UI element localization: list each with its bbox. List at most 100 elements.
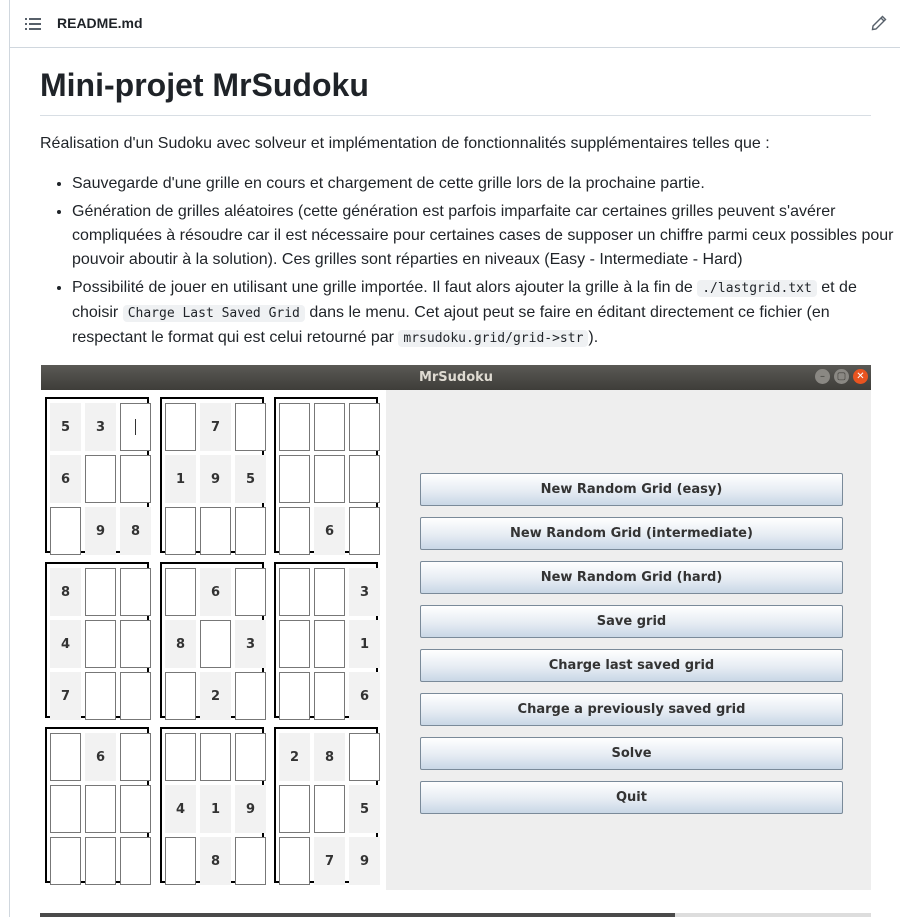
grid-cell-input-active[interactable] (120, 403, 151, 451)
grid-cell-given: 6 (314, 507, 345, 555)
grid-block: 53698 (45, 397, 151, 555)
grid-cell-input[interactable] (279, 785, 310, 833)
grid-cell-given: 9 (235, 785, 266, 833)
list-item: Sauvegarde d'une grille en cours et char… (72, 172, 900, 196)
grid-cell-input[interactable] (165, 672, 196, 720)
grid-cell-input[interactable] (279, 403, 310, 451)
grid-cell-input[interactable] (85, 455, 116, 503)
grid-cell-input[interactable] (120, 837, 151, 885)
grid-cell-input[interactable] (165, 837, 196, 885)
minimize-icon[interactable]: – (815, 369, 830, 384)
grid-cell-input[interactable] (85, 785, 116, 833)
grid-cell-input[interactable] (235, 507, 266, 555)
pencil-icon[interactable] (871, 15, 887, 31)
list-item-text: ). (588, 329, 599, 346)
grid-cell-input[interactable] (200, 733, 231, 781)
grid-cell-input[interactable] (165, 507, 196, 555)
grid-cell-input[interactable] (279, 672, 310, 720)
grid-cell-given: 6 (50, 455, 81, 503)
grid-cell-input[interactable] (50, 785, 81, 833)
grid-cell-given: 5 (50, 403, 81, 451)
window-title: MrSudoku (418, 370, 494, 385)
grid-cell-input[interactable] (120, 455, 151, 503)
grid-cell-input[interactable] (50, 733, 81, 781)
grid-cell-input[interactable] (120, 733, 151, 781)
grid-block: 847 (45, 562, 151, 720)
charge-previously-saved-grid-button[interactable]: Charge a previously saved grid (420, 693, 843, 726)
grid-cell-input[interactable] (85, 837, 116, 885)
list-item: Génération de grilles aléatoires (cette … (72, 200, 900, 272)
grid-cell-input[interactable] (85, 568, 116, 616)
grid-cell-given: 7 (200, 403, 231, 451)
grid-cell-input[interactable] (50, 507, 81, 555)
grid-cell-input[interactable] (235, 403, 266, 451)
grid-cell-input[interactable] (165, 733, 196, 781)
next-screenshot-edge (675, 913, 871, 917)
grid-cell-given: 8 (314, 733, 345, 781)
grid-cell-input[interactable] (314, 620, 345, 668)
solve-button[interactable]: Solve (420, 737, 843, 770)
charge-last-saved-grid-button[interactable]: Charge last saved grid (420, 649, 843, 682)
grid-cell-input[interactable] (120, 672, 151, 720)
grid-cell-input[interactable] (314, 785, 345, 833)
grid-block: 4198 (160, 727, 266, 885)
code-charge-last-saved-grid: Charge Last Saved Grid (122, 305, 305, 322)
new-random-grid-intermediate-button[interactable]: New Random Grid (intermediate) (420, 517, 843, 550)
grid-block: 6832 (160, 562, 266, 720)
grid-cell-given: 6 (85, 733, 116, 781)
grid-cell-input[interactable] (235, 672, 266, 720)
grid-cell-input[interactable] (200, 620, 231, 668)
grid-block: 6 (45, 727, 151, 885)
grid-cell-input[interactable] (314, 403, 345, 451)
grid-cell-input[interactable] (200, 507, 231, 555)
grid-cell-input[interactable] (235, 568, 266, 616)
grid-cell-input[interactable] (120, 620, 151, 668)
grid-cell-input[interactable] (165, 568, 196, 616)
window-titlebar[interactable]: MrSudoku – ▢ ✕ (41, 365, 871, 390)
grid-cell-input[interactable] (349, 455, 380, 503)
grid-cell-given: 9 (349, 837, 380, 885)
grid-cell-input[interactable] (279, 568, 310, 616)
grid-cell-given: 8 (165, 620, 196, 668)
grid-cell-input[interactable] (85, 620, 116, 668)
list-icon[interactable] (25, 17, 41, 31)
maximize-icon[interactable]: ▢ (834, 369, 849, 384)
sudoku-grid: 536987195684768323166419828579 (41, 390, 386, 890)
grid-cell-input[interactable] (314, 568, 345, 616)
grid-cell-given: 8 (50, 568, 81, 616)
grid-cell-input[interactable] (279, 455, 310, 503)
grid-cell-input[interactable] (349, 733, 380, 781)
grid-cell-input[interactable] (279, 837, 310, 885)
new-random-grid-hard-button[interactable]: New Random Grid (hard) (420, 561, 843, 594)
grid-cell-input[interactable] (279, 620, 310, 668)
grid-cell-given: 5 (235, 455, 266, 503)
grid-cell-given: 8 (200, 837, 231, 885)
grid-cell-input[interactable] (120, 568, 151, 616)
grid-cell-given: 3 (235, 620, 266, 668)
grid-cell-input[interactable] (85, 672, 116, 720)
close-icon[interactable]: ✕ (853, 369, 868, 384)
grid-cell-input[interactable] (235, 733, 266, 781)
grid-cell-input[interactable] (50, 837, 81, 885)
grid-cell-given: 9 (85, 507, 116, 555)
grid-cell-input[interactable] (279, 507, 310, 555)
mrsudoku-window: MrSudoku – ▢ ✕ 5369871956847683231664198… (41, 365, 871, 890)
code-grid-to-str: mrsudoku.grid/grid->str (398, 330, 589, 347)
grid-cell-input[interactable] (120, 785, 151, 833)
list-item-text: Possibilité de jouer en utilisant une gr… (72, 279, 698, 296)
grid-block: 6 (274, 397, 380, 555)
grid-block: 28579 (274, 727, 380, 885)
save-grid-button[interactable]: Save grid (420, 605, 843, 638)
grid-cell-input[interactable] (349, 403, 380, 451)
grid-cell-given: 7 (50, 672, 81, 720)
grid-cell-input[interactable] (165, 403, 196, 451)
grid-cell-input[interactable] (314, 672, 345, 720)
feature-list: Sauvegarde d'une grille en cours et char… (40, 172, 900, 355)
grid-cell-given: 4 (50, 620, 81, 668)
new-random-grid-easy-button[interactable]: New Random Grid (easy) (420, 473, 843, 506)
quit-button[interactable]: Quit (420, 781, 843, 814)
grid-block: 7195 (160, 397, 266, 555)
grid-cell-input[interactable] (235, 837, 266, 885)
grid-cell-input[interactable] (314, 455, 345, 503)
grid-cell-input[interactable] (349, 507, 380, 555)
